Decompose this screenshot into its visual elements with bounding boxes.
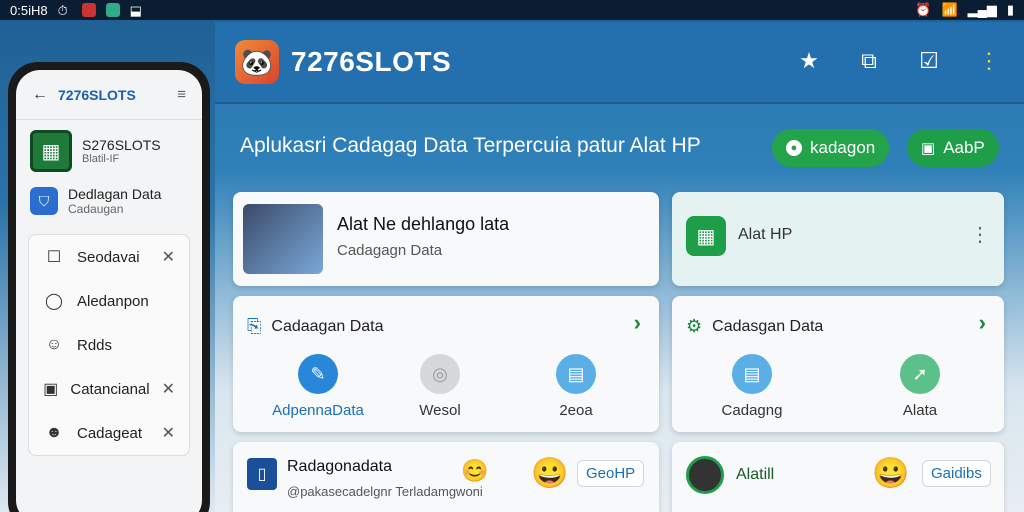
- page-subtitle: Aplukasri Cadagag Data Terpercuia patur …: [240, 134, 701, 157]
- notification-icon: [81, 3, 96, 17]
- app-header: 🐼 7276SLOTS ★ ⧉ ☑ ⋮: [215, 22, 1024, 104]
- bottom-title: Alatill: [736, 466, 775, 483]
- signal-icon: ▂▄▆: [967, 2, 997, 17]
- 2eoa-item[interactable]: ▤ 2eoa: [531, 354, 621, 419]
- phone-backup-row[interactable]: ⛉ Dedlagan Data Cadaugan: [16, 182, 202, 226]
- aabp-button[interactable]: ▣ AabP: [907, 129, 999, 167]
- main-panel: 🐼 7276SLOTS ★ ⧉ ☑ ⋮ Aplukasri Cadagag Da…: [215, 22, 1024, 512]
- close-icon[interactable]: ✕: [162, 247, 175, 267]
- list-item[interactable]: ☺ Rdds: [29, 323, 189, 367]
- gear-icon: ⚙: [686, 316, 703, 336]
- edit-icon: ✎: [298, 354, 338, 394]
- phone-app-sub: Blatil-IF: [82, 153, 120, 165]
- section-title: Cadaagan Data: [271, 317, 384, 335]
- chevron-right-icon[interactable]: ›: [979, 310, 986, 336]
- disc-icon: [686, 456, 724, 494]
- phone-toolbar: ← 7276SLOTS ≡: [16, 70, 202, 120]
- phone-app-name: S276SLOTS: [82, 137, 161, 153]
- alarm-status-icon: ⏰: [915, 2, 932, 17]
- bottom-subtitle: @pakasecadelgnr Terladamgwoni: [287, 484, 483, 499]
- battery-icon: ▮: [1006, 2, 1014, 17]
- alatill-card[interactable]: Alatill 😀 Gaidibs: [672, 442, 1004, 512]
- checkbox-icon[interactable]: ☑: [914, 46, 944, 76]
- phone-title: 7276SLOTS: [58, 86, 136, 103]
- arrow-icon: ➚: [900, 354, 940, 394]
- status-time: 0:5iH8: [10, 2, 48, 18]
- list-item[interactable]: ◯ Aledanpon: [29, 279, 189, 323]
- list-item[interactable]: ☻ Cadageat ✕: [29, 411, 189, 455]
- file-icon: ▤: [732, 354, 772, 394]
- list-item[interactable]: ▣ Catancianal ✕: [29, 367, 189, 411]
- phone-app-row[interactable]: ▦ S276SLOTS Blatil-IF: [16, 120, 202, 182]
- section-title: Cadasgan Data: [712, 317, 824, 335]
- app-grid-icon: ▦: [686, 216, 726, 256]
- notification-bell-icon[interactable]: ⧉: [854, 46, 884, 76]
- status-bar: 0:5iH8 ⏱ ⬓ ⏰ 📶 ▂▄▆ ▮: [0, 0, 1024, 20]
- star-icon[interactable]: ★: [794, 46, 824, 76]
- phone-screen: ← 7276SLOTS ≡ ▦ S276SLOTS Blatil-IF ⛉ De…: [16, 70, 202, 512]
- smile-icon: ☺: [45, 336, 63, 353]
- list-item[interactable]: ☐ Seodavai ✕: [29, 235, 189, 279]
- phone-icon: ▯: [247, 458, 277, 490]
- close-icon[interactable]: ✕: [162, 423, 175, 443]
- shield-icon: ⛉: [30, 187, 58, 215]
- app-grid-icon: ▦: [30, 130, 72, 172]
- more-vertical-icon[interactable]: ⋮: [974, 46, 1004, 76]
- loading-icon: ◎: [420, 354, 460, 394]
- featured-subtitle: Cadagagn Data: [337, 242, 443, 259]
- phone-mockup: ← 7276SLOTS ≡ ▦ S276SLOTS Blatil-IF ⛉ De…: [8, 62, 210, 512]
- download-icon: ⬓: [129, 3, 142, 18]
- emoji-icon: 😊: [461, 458, 489, 483]
- phone-backup-sub: Cadaugan: [68, 202, 124, 216]
- emoji-large-icon: 😀: [531, 457, 569, 490]
- emoji-icon: ☻: [45, 424, 63, 441]
- check-icon: ▣: [921, 140, 936, 157]
- location-icon: ●: [786, 140, 802, 156]
- featured-title: Alat Ne dehlango lata: [337, 214, 510, 234]
- phone-list: ☐ Seodavai ✕ ◯ Aledanpon ☺ Rdds ▣ Catanc…: [28, 234, 190, 456]
- alarm-icon: ⏱: [57, 3, 68, 18]
- alat-hp-card[interactable]: ▦ Alat HP ⋮: [672, 192, 1004, 286]
- menu-icon[interactable]: ≡: [177, 86, 186, 103]
- clipboard-icon: ⎘: [247, 316, 262, 336]
- emoji-large-icon: 😀: [872, 457, 910, 490]
- alata-item[interactable]: ➚ Alata: [870, 354, 970, 419]
- kadagon-button[interactable]: ● kadagon: [772, 129, 890, 167]
- app-title: 7276SLOTS: [291, 46, 452, 77]
- document-icon: ▣: [43, 381, 59, 398]
- chevron-right-icon[interactable]: ›: [634, 310, 641, 336]
- bottom-title: Radagonadata: [287, 458, 392, 475]
- document-icon: ▤: [556, 354, 596, 394]
- geohp-button[interactable]: GeoHP: [577, 460, 645, 487]
- gaidibs-button[interactable]: Gaidibs: [922, 460, 991, 487]
- edit-box-icon: ☐: [46, 249, 62, 266]
- alat-hp-label: Alat HP: [738, 226, 793, 243]
- adpenna-data-item[interactable]: ✎ AdpennaData: [272, 354, 364, 419]
- app-notification-icon: [105, 3, 120, 17]
- close-icon[interactable]: ✕: [162, 379, 175, 399]
- cadagng-item[interactable]: ▤ Cadagng: [702, 354, 802, 419]
- phone-backup-title: Dedlagan Data: [68, 186, 162, 202]
- app-logo-icon: 🐼: [235, 40, 279, 84]
- wifi-icon: 📶: [941, 2, 958, 17]
- back-arrow-icon[interactable]: ←: [32, 86, 48, 104]
- more-options-icon[interactable]: ⋮: [970, 222, 990, 247]
- cadaagan-data-card: ⎘ Cadaagan Data › ✎ AdpennaData ◎ Wesol …: [233, 296, 659, 432]
- chat-icon: ◯: [45, 293, 63, 310]
- cadasgan-data-card: ⚙ Cadasgan Data › ▤ Cadagng ➚ Alata: [672, 296, 1004, 432]
- radagonadata-card[interactable]: ▯ Radagonadata @pakasecadelgnr Terladamg…: [233, 442, 659, 512]
- featured-card[interactable]: Alat Ne dehlango lata Cadagagn Data: [233, 192, 659, 286]
- tablet-illustration-icon: [243, 204, 323, 274]
- wesol-item[interactable]: ◎ Wesol: [395, 354, 485, 419]
